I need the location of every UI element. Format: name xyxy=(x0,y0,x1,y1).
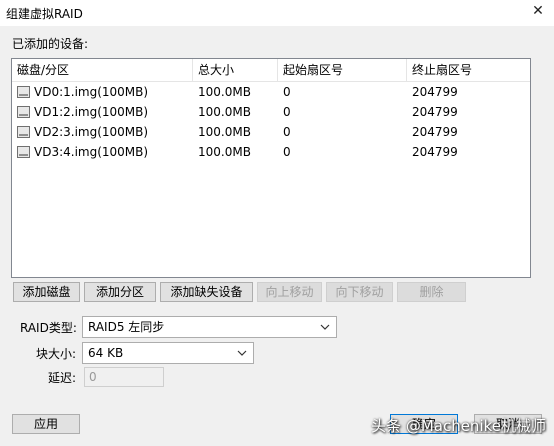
cell-disk: VD2:3.img(100MB) xyxy=(34,125,149,139)
raid-type-label: RAID类型: xyxy=(20,321,77,335)
window-title: 组建虚拟RAID xyxy=(6,7,83,21)
cell-size: 100.0MB xyxy=(198,105,251,119)
cell-start-sector: 0 xyxy=(283,125,291,139)
cell-end-sector: 204799 xyxy=(412,145,458,159)
move-down-button[interactable]: 向下移动 xyxy=(326,282,393,302)
block-size-label: 块大小: xyxy=(35,347,76,361)
table-header: 磁盘/分区 总大小 起始扇区号 终止扇区号 xyxy=(12,59,530,82)
device-table[interactable]: 磁盘/分区 总大小 起始扇区号 终止扇区号 VD0:1.img(100MB) 1… xyxy=(11,58,531,278)
delete-button[interactable]: 删除 xyxy=(397,282,466,302)
cell-size: 100.0MB xyxy=(198,125,251,139)
cell-end-sector: 204799 xyxy=(412,85,458,99)
raid-type-value: RAID5 左同步 xyxy=(88,320,165,334)
column-header-disk[interactable]: 磁盘/分区 xyxy=(12,59,193,81)
raid-type-select[interactable]: RAID5 左同步 xyxy=(82,316,337,338)
cell-start-sector: 0 xyxy=(283,85,291,99)
table-row[interactable]: VD1:2.img(100MB) 100.0MB 0 204799 xyxy=(12,102,530,122)
watermark: 头条 @Machenike机械师 xyxy=(371,417,546,435)
cell-end-sector: 204799 xyxy=(412,105,458,119)
table-row[interactable]: VD2:3.img(100MB) 100.0MB 0 204799 xyxy=(12,122,530,142)
chevron-down-icon xyxy=(237,350,247,356)
disk-icon xyxy=(17,106,30,118)
devices-label: 已添加的设备: xyxy=(12,37,89,51)
delay-label: 延迟: xyxy=(47,371,76,385)
delay-input[interactable]: 0 xyxy=(84,367,164,387)
cell-start-sector: 0 xyxy=(283,145,291,159)
add-missing-device-button[interactable]: 添加缺失设备 xyxy=(160,282,253,302)
apply-button[interactable]: 应用 xyxy=(12,414,80,434)
column-header-end-sector[interactable]: 终止扇区号 xyxy=(407,59,530,81)
cell-start-sector: 0 xyxy=(283,105,291,119)
cell-size: 100.0MB xyxy=(198,85,251,99)
add-disk-button[interactable]: 添加磁盘 xyxy=(13,282,80,302)
cell-disk: VD0:1.img(100MB) xyxy=(34,85,149,99)
close-icon[interactable]: ✕ xyxy=(530,3,546,19)
add-partition-button[interactable]: 添加分区 xyxy=(84,282,156,302)
column-header-start-sector[interactable]: 起始扇区号 xyxy=(278,59,407,81)
table-row[interactable]: VD0:1.img(100MB) 100.0MB 0 204799 xyxy=(12,82,530,102)
table-row[interactable]: VD3:4.img(100MB) 100.0MB 0 204799 xyxy=(12,142,530,162)
disk-icon xyxy=(17,126,30,138)
chevron-down-icon xyxy=(320,324,330,330)
move-up-button[interactable]: 向上移动 xyxy=(257,282,322,302)
cell-disk: VD3:4.img(100MB) xyxy=(34,145,149,159)
column-header-size[interactable]: 总大小 xyxy=(193,59,278,81)
disk-icon xyxy=(17,146,30,158)
block-size-select[interactable]: 64 KB xyxy=(82,342,254,364)
cell-end-sector: 204799 xyxy=(412,125,458,139)
cell-size: 100.0MB xyxy=(198,145,251,159)
disk-icon xyxy=(17,86,30,98)
cell-disk: VD1:2.img(100MB) xyxy=(34,105,149,119)
block-size-value: 64 KB xyxy=(88,346,124,360)
delay-value: 0 xyxy=(89,370,97,384)
title-bar: 组建虚拟RAID ✕ xyxy=(0,0,554,26)
